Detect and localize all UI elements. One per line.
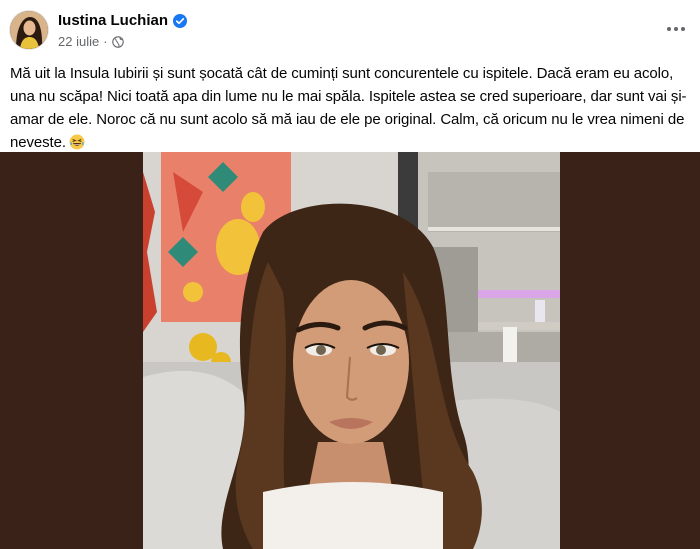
post-media: [0, 152, 700, 549]
meta-separator: ·: [103, 34, 108, 49]
post-caption: Mă uit la Insula Iubirii și sunt șocată …: [10, 62, 694, 154]
more-options-button[interactable]: [664, 17, 688, 41]
post-photo[interactable]: [143, 152, 560, 549]
post-meta: 22 iulie ·: [58, 34, 124, 49]
more-horizontal-icon: [667, 27, 685, 31]
post-date[interactable]: 22 iulie: [58, 34, 99, 49]
facebook-post: Iustina Luchian 22 iulie · Mă uit la Ins…: [0, 0, 700, 549]
post-header: Iustina Luchian 22 iulie ·: [0, 0, 700, 56]
avatar-image: [10, 11, 48, 49]
laughing-with-tears-emoji-icon: [69, 134, 85, 150]
verified-badge-icon: [173, 13, 188, 28]
author-name[interactable]: Iustina Luchian: [58, 12, 168, 29]
author-line: Iustina Luchian: [58, 12, 188, 29]
selfie-photo-image: [143, 152, 560, 549]
globe-icon[interactable]: [111, 35, 124, 48]
author-avatar[interactable]: [10, 11, 48, 49]
post-caption-text: Mă uit la Insula Iubirii și sunt șocată …: [10, 65, 687, 151]
